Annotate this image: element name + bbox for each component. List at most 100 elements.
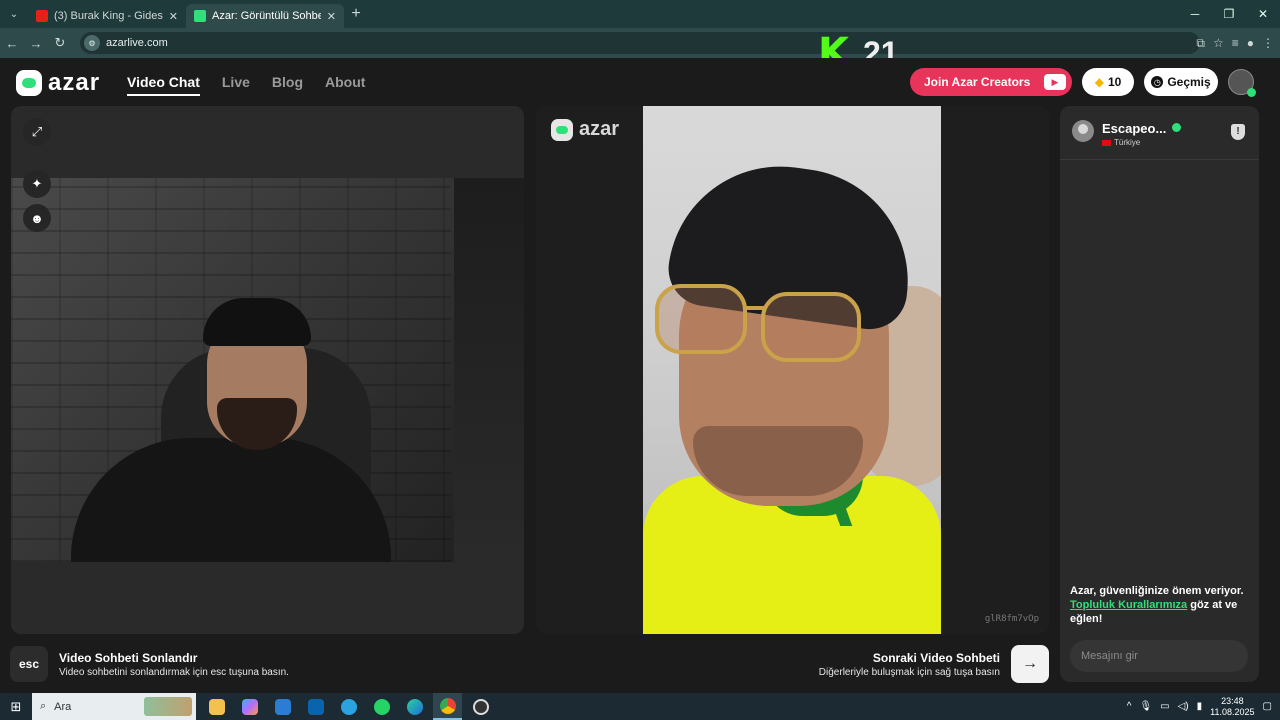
browser-menu-icon[interactable]: ⋮ [1262,36,1274,50]
copilot-icon [241,698,258,715]
taskbar-chrome[interactable] [433,693,462,720]
url-field[interactable]: ⚙ azarlive.com [80,32,1200,54]
windows-start-icon[interactable]: ⊞ [0,699,32,715]
creators-label: Join Azar Creators [924,75,1031,89]
install-app-icon[interactable]: ⧉ [1196,36,1205,51]
message-input[interactable] [1070,640,1248,672]
search-label: Ara [54,700,72,713]
tab-youtube[interactable]: (3) Burak King - Gidesim Var - Y ✕ [28,4,186,28]
safety-prefix: Azar, güvenliğinize önem veriyor. [1070,585,1244,597]
taskbar-telegram[interactable] [334,693,363,720]
search-highlight-image [144,697,192,716]
nav-video-chat[interactable]: Video Chat [127,74,200,96]
close-tab-icon[interactable]: ✕ [169,10,178,23]
nav-blog[interactable]: Blog [272,74,303,96]
url-text: azarlive.com [106,37,168,49]
outlook-icon [307,698,324,715]
site-info-icon[interactable]: ⚙ [84,35,100,51]
partner-name[interactable]: Escapeo... [1102,121,1166,136]
join-creators-button[interactable]: Join Azar Creators ▶ [910,68,1072,96]
mask-face-icon[interactable]: ☻ [23,204,51,232]
main-nav: Video Chat Live Blog About [127,74,365,96]
clock-date: 11.08.2025 [1210,706,1255,717]
partner-glasses-right [761,292,861,362]
back-icon[interactable]: ← [0,36,24,51]
azar-watermark: azar [551,118,619,141]
battery-icon[interactable]: ▮ [1197,701,1203,712]
volume-icon[interactable]: ◁) [1178,701,1189,712]
bookmark-star-icon[interactable]: ☆ [1213,36,1224,50]
taskbar-edge[interactable] [400,693,429,720]
partner-video-panel: azar glR8fm7vOp [536,106,1049,634]
history-label: Geçmiş [1167,75,1211,89]
self-person-cap [203,298,311,346]
taskbar-copilot[interactable] [235,693,264,720]
gems-button[interactable]: ◆ 10 [1082,68,1134,96]
restore-icon[interactable]: ❐ [1212,0,1246,28]
new-tab-icon[interactable]: + [344,5,368,23]
expand-icon[interactable]: ⤢ [23,118,51,146]
history-button[interactable]: ◷ Geçmiş [1144,68,1218,96]
country-name: Türkiye [1114,138,1141,147]
esc-key-button[interactable]: esc [10,646,48,682]
taskbar-search[interactable]: ⌕ Ara [32,693,196,720]
taskbar-store[interactable] [268,693,297,720]
media-control-icon[interactable]: ≡ [1232,36,1239,50]
profile-icon[interactable]: ● [1247,36,1254,50]
user-avatar[interactable] [1228,69,1256,97]
taskbar-file-explorer[interactable] [202,693,231,720]
windows-taskbar: ⊞ ⌕ Ara ^ 🎙 ▭ ◁) ▮ 23:48 11.08.2025 ▢ [0,693,1280,720]
nav-about[interactable]: About [325,74,365,96]
chat-panel: Escapeo... Türkiye ! Azar, güvenliğinize… [1060,106,1259,682]
azar-logo-icon [551,118,573,141]
microphone-icon[interactable]: 🎙 [1139,701,1152,712]
partner-avatar-icon[interactable] [1072,120,1094,142]
partner-id: glR8fm7vOp [984,614,1039,624]
effects-sparkle-icon[interactable]: ✦ [23,170,51,198]
taskbar-obs[interactable] [466,693,495,720]
edge-icon [406,698,423,715]
taskbar-apps [202,693,495,720]
next-chat-title: Sonraki Video Sohbeti [872,651,1000,665]
chrome-icon [439,697,456,714]
right-arrow-icon: → [1022,655,1038,672]
clock-icon: ◷ [1151,76,1164,88]
address-bar: ← → ↻ ⚙ azarlive.com ⧉ ☆ ≡ ● ⋮ [0,28,1280,58]
partner-glasses-left [655,284,747,354]
close-tab-icon[interactable]: ✕ [327,10,336,23]
minimize-icon[interactable]: ─ [1178,0,1212,28]
tab-title: (3) Burak King - Gidesim Var - Y [54,10,163,22]
gem-icon: ◆ [1094,75,1104,89]
end-chat-title: Video Sohbeti Sonlandır [59,651,198,665]
verified-icon [1172,123,1181,132]
network-icon[interactable]: ▭ [1160,701,1169,712]
reload-icon[interactable]: ↻ [48,35,72,51]
notifications-icon[interactable]: ▢ [1263,701,1272,712]
tab-title: Azar: Görüntülü Sohbet, Ar [212,10,321,22]
taskbar-whatsapp[interactable] [367,693,396,720]
whatsapp-icon [373,698,390,715]
system-tray: ^ 🎙 ▭ ◁) ▮ 23:48 11.08.2025 ▢ [1127,693,1272,720]
window-controls: ─ ❐ ✕ [1178,0,1280,28]
watermark-text: azar [579,118,620,140]
tab-azar[interactable]: Azar: Görüntülü Sohbet, Ar ✕ [186,4,344,28]
youtube-favicon-icon [36,10,48,22]
next-chat-button[interactable]: → [1011,645,1049,683]
tray-chevron-icon[interactable]: ^ [1127,701,1132,712]
taskbar-outlook[interactable] [301,693,330,720]
azar-logo[interactable]: azar [16,69,100,97]
nav-live[interactable]: Live [222,74,250,96]
obs-icon [472,698,489,715]
taskbar-clock[interactable]: 23:48 11.08.2025 [1210,696,1254,718]
report-shield-icon[interactable]: ! [1231,124,1245,140]
tab-search-icon[interactable]: ⌄ [0,0,28,28]
close-window-icon[interactable]: ✕ [1246,0,1280,28]
forward-icon[interactable]: → [24,36,48,51]
self-video-panel: ⤢ ✦ ☻ [11,106,524,634]
community-guidelines-link[interactable]: Topluluk Kurallarımıza [1070,599,1187,611]
search-icon: ⌕ [40,700,47,712]
toolbar-icons: ⧉ ☆ ≡ ● ⋮ [1196,28,1274,58]
self-video [11,178,524,562]
folder-icon [208,698,225,715]
partner-beard [693,426,863,496]
